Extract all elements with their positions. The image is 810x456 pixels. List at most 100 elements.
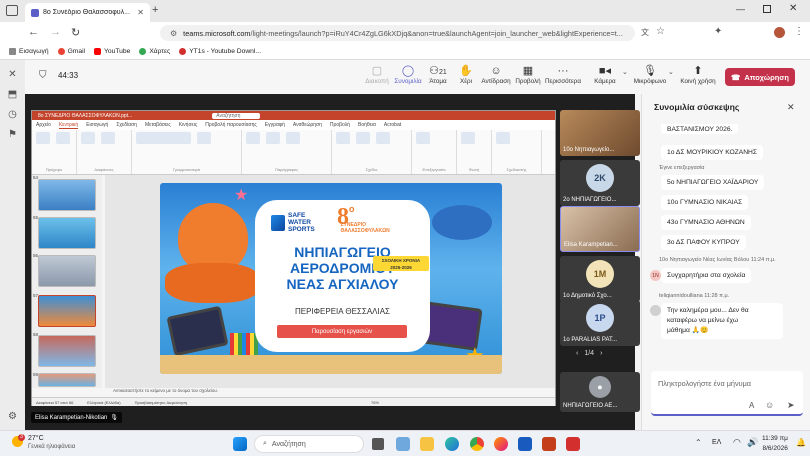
pin-icon[interactable]: ✕ [0, 64, 25, 84]
notifications-icon[interactable]: 🔔 [796, 438, 806, 447]
bullets-icon[interactable] [246, 132, 260, 144]
find-icon[interactable] [416, 132, 430, 144]
task-view-icon[interactable] [372, 438, 384, 450]
bookmark-icon[interactable]: ⬒ [0, 84, 25, 104]
tray-chevron-icon[interactable]: ⌃ [695, 438, 702, 447]
dictate-icon[interactable] [461, 132, 475, 144]
reaction-button[interactable]: ☺ Αντίδραση [479, 64, 513, 85]
message-input[interactable]: Πληκτρολογήστε ένα μήνυμα [658, 379, 751, 388]
ppt-menu-item[interactable]: Μεταβάσεις [145, 122, 171, 128]
view-button[interactable]: ▦ Προβολή [511, 64, 545, 85]
chrome-icon[interactable] [470, 437, 484, 451]
ppt-menu-item[interactable]: Εισαγωγή [86, 122, 108, 128]
ppt-menu-item[interactable]: Αναθεώρηση [293, 122, 322, 128]
slide-thumbnail[interactable] [38, 295, 96, 327]
widgets-icon[interactable] [396, 437, 410, 451]
acrobat-icon[interactable] [566, 437, 580, 451]
history-icon[interactable]: ◷ [0, 104, 25, 124]
paste-icon[interactable] [36, 132, 50, 144]
styles-icon[interactable] [376, 132, 390, 144]
ppt-menu-item[interactable]: Προβολή παρουσίασης [205, 122, 256, 128]
participant-tile[interactable]: 2K 2ο ΝΗΠΙΑΓΩΓΕΙΟ... [560, 160, 640, 206]
clock[interactable]: 11:39 πμ 8/6/2026 [762, 434, 788, 454]
ppt-menu-item[interactable]: Εγγραφή [265, 122, 285, 128]
maximize-icon[interactable] [763, 5, 771, 13]
flag-icon[interactable]: ⚑ [0, 124, 25, 144]
bookmark-item[interactable]: YouTube [94, 48, 130, 55]
leave-button[interactable]: ☎ Αποχώρηση [725, 68, 795, 86]
chat-button[interactable]: ◯ Συνομιλία [391, 64, 425, 85]
ppt-menu-item[interactable]: Acrobat [384, 122, 401, 128]
close-tab-icon[interactable]: ✕ [137, 8, 144, 17]
edge-icon[interactable] [445, 437, 459, 451]
ppt-menu-item[interactable]: Προβολή [330, 122, 350, 128]
close-chat-icon[interactable]: ✕ [787, 102, 795, 113]
forward-icon[interactable]: → [50, 26, 61, 38]
participant-tile[interactable]: 10ο Νηπιαγωγείο... [560, 110, 640, 156]
font-size-icon[interactable] [197, 132, 211, 144]
firefox-icon[interactable] [494, 437, 508, 451]
ppt-menu-item[interactable]: Κινήσεις [179, 122, 198, 128]
camera-options-icon[interactable]: ⌄ [622, 68, 628, 76]
start-icon[interactable] [233, 437, 247, 451]
slide-thumbnail[interactable] [38, 335, 96, 367]
ppt-search[interactable]: Αναζήτηση [212, 112, 261, 119]
page-next-icon[interactable]: › [600, 350, 602, 357]
participant-tile[interactable]: Elisa Karampetian... [560, 206, 640, 252]
volume-icon[interactable]: 🔊 [747, 437, 758, 448]
chat-composer[interactable]: Πληκτρολογήστε ένα μήνυμα A ☺ ➤ [651, 371, 803, 416]
site-info-icon[interactable]: ⚙ [170, 29, 177, 38]
taskbar-search[interactable]: ⌕ Αναζήτηση [254, 435, 364, 453]
participant-tile[interactable]: 1M 1ο Δημοτικό Σχο... [560, 256, 640, 302]
sidebar-toggle-icon[interactable] [6, 5, 18, 16]
participant-tile[interactable]: ● ΝΗΠΙΑΓΩΓΕΙΟ ΑΕ... [560, 372, 640, 412]
align-icon[interactable] [266, 132, 280, 144]
record-button[interactable]: ▢ Διακοπή [360, 64, 394, 85]
file-explorer-icon[interactable] [420, 437, 434, 451]
bookmark-item[interactable]: Gmail [57, 48, 85, 55]
weather-widget[interactable]: 3 27°C Γενικά ηλιοφάνεια [8, 434, 78, 454]
settings-icon[interactable]: ⚙ [0, 406, 25, 426]
raise-hand-button[interactable]: ✋ Χέρι [449, 64, 483, 85]
slide-thumbnail[interactable] [38, 217, 96, 249]
copy-icon[interactable] [56, 132, 70, 144]
address-bar[interactable]: ⚙ teams.microsoft.com /light-meetings/la… [160, 25, 635, 41]
font-icon[interactable] [136, 132, 191, 144]
browser-menu-icon[interactable]: ⋮ [794, 26, 804, 37]
slide-thumbnail[interactable] [38, 179, 96, 211]
slide-thumbnail[interactable] [38, 373, 96, 387]
slide-thumbnail[interactable] [38, 255, 96, 287]
share-button[interactable]: ⬆ Κοινή χρήση [679, 64, 717, 85]
browser-tab[interactable]: 8ο Συνέδριο Θαλασσοφυλ... ✕ [25, 3, 150, 22]
bookmark-item[interactable]: YT1s - Youtube Downl... [179, 48, 261, 55]
ppt-menu-item[interactable]: Αρχείο [36, 122, 51, 128]
send-icon[interactable]: ➤ [787, 400, 795, 411]
camera-button[interactable]: ■◂ Κάμερα [588, 64, 622, 85]
new-tab-button[interactable]: + [152, 4, 158, 16]
mic-options-icon[interactable]: ⌄ [668, 68, 674, 76]
new-slide-icon[interactable] [81, 132, 95, 144]
designer-icon[interactable] [496, 132, 510, 144]
wifi-icon[interactable]: ◠ [733, 437, 741, 448]
columns-icon[interactable] [286, 132, 300, 144]
reload-icon[interactable]: ↻ [71, 26, 80, 39]
bookmark-item[interactable]: Εισαγωγή [9, 48, 49, 55]
emoji-icon[interactable]: ☺ [765, 400, 774, 410]
keyboard-language[interactable]: ΕΛ [712, 439, 721, 446]
close-window-icon[interactable]: ✕ [789, 3, 797, 14]
word-icon[interactable] [518, 437, 532, 451]
bookmark-item[interactable]: Χάρτες [139, 48, 170, 55]
translate-icon[interactable]: 文 [641, 27, 649, 38]
minimize-icon[interactable]: — [736, 4, 745, 14]
more-button[interactable]: ··· Περισσότερα [543, 64, 583, 85]
participant-tile[interactable]: 1P 1ο PARALIAS PAT... [560, 300, 640, 346]
format-icon[interactable]: A [749, 401, 754, 410]
page-prev-icon[interactable]: ‹ [576, 350, 578, 357]
arrange-icon[interactable] [356, 132, 370, 144]
ppt-menu-item[interactable]: Κεντρική [58, 122, 79, 129]
microphone-button[interactable]: 🎙 Μικρόφωνο [631, 64, 669, 85]
ppt-notes[interactable]: Αντικαταστήστε το κείμενο με το όνομα το… [105, 388, 555, 396]
back-icon[interactable]: ← [28, 26, 39, 38]
profile-avatar[interactable] [774, 27, 785, 38]
shapes-icon[interactable] [336, 132, 350, 144]
